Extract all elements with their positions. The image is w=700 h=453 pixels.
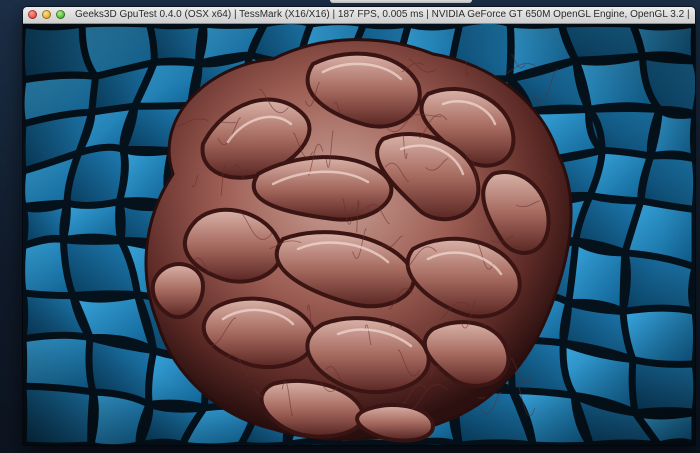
window-titlebar[interactable]: Geeks3D GpuTest 0.4.0 (OSX x64) | TessMa… xyxy=(23,7,695,24)
minimize-window-icon[interactable] xyxy=(42,10,51,19)
window-title: Geeks3D GpuTest 0.4.0 (OSX x64) | TessMa… xyxy=(75,9,691,20)
render-viewport[interactable] xyxy=(23,24,695,445)
close-window-icon[interactable] xyxy=(28,10,37,19)
gputest-window: Geeks3D GpuTest 0.4.0 (OSX x64) | TessMa… xyxy=(23,7,695,445)
scene-canvas xyxy=(23,24,695,445)
desktop: Geeks3D GpuTest 0.4.0 (OSX x64) | TessMa… xyxy=(0,0,700,453)
zoom-window-icon[interactable] xyxy=(56,10,65,19)
menu-bar-edge xyxy=(330,0,472,3)
vignette-overlay xyxy=(23,24,695,445)
traffic-lights xyxy=(28,10,65,19)
